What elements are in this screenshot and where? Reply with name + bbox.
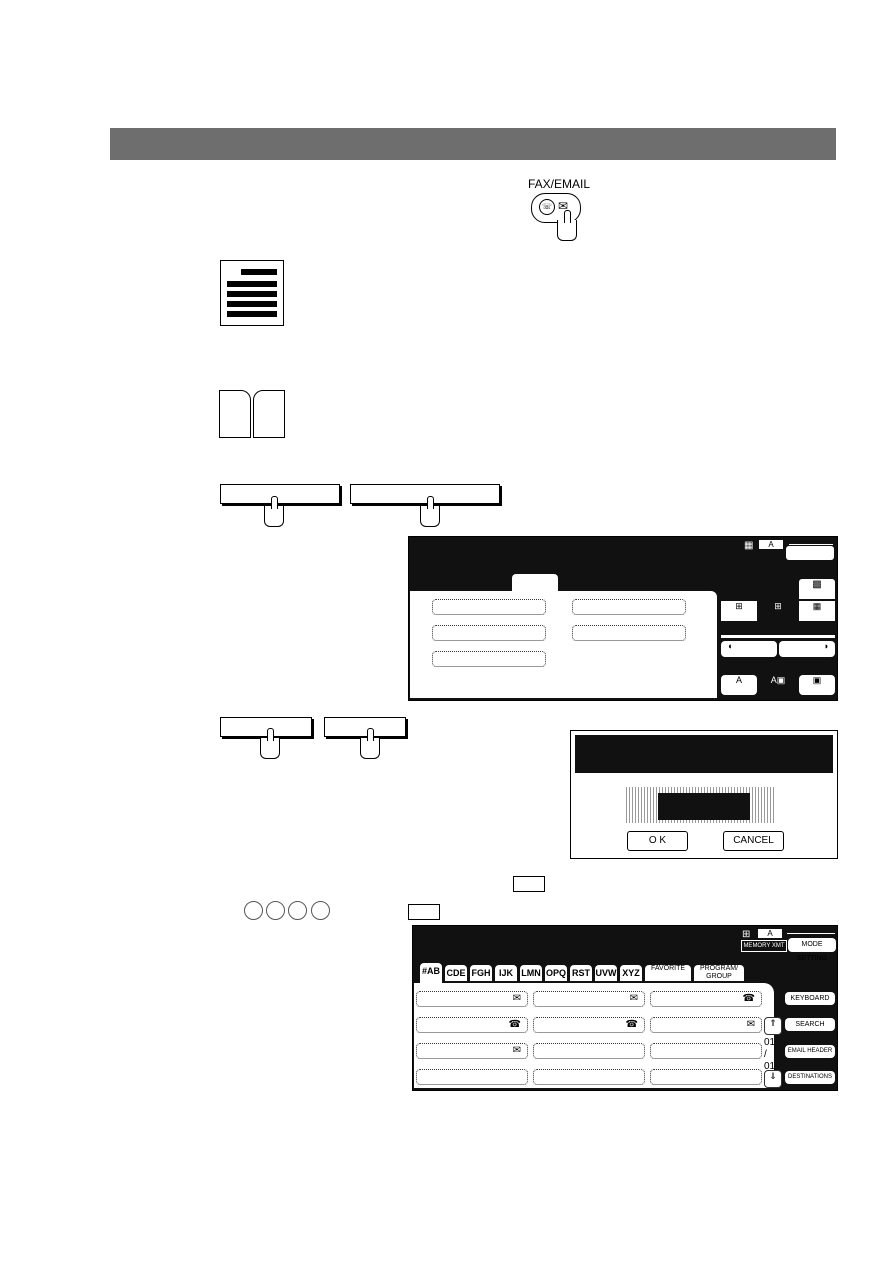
contrast-scale bbox=[721, 635, 835, 638]
panel-button-1[interactable] bbox=[220, 484, 340, 504]
envelope-icon: ✉ bbox=[512, 993, 521, 1004]
digit-key-circle bbox=[266, 901, 285, 920]
option-button[interactable] bbox=[572, 599, 686, 615]
section-header-bar bbox=[110, 128, 836, 160]
inline-key-box bbox=[513, 876, 545, 892]
fax-email-key[interactable]: ☏ ✉ bbox=[531, 193, 581, 223]
confirm-dialog: O K CANCEL bbox=[570, 730, 838, 859]
memory-xmt-indicator: MEMORY XMT bbox=[741, 940, 787, 952]
tab-content bbox=[410, 591, 717, 698]
address-entry[interactable]: ✉ bbox=[416, 991, 528, 1007]
document-icon bbox=[220, 260, 284, 326]
ok-button[interactable]: O K bbox=[627, 831, 688, 851]
telephone-icon: ☎ bbox=[508, 1019, 521, 1030]
scroll-down-icon[interactable]: ⇓ bbox=[764, 1070, 782, 1088]
text-photo-icon[interactable]: A▣ bbox=[760, 675, 796, 695]
cancel-button[interactable]: CANCEL bbox=[723, 831, 784, 851]
page-indicator: 01/01 bbox=[764, 1037, 776, 1072]
envelope-icon: ✉ bbox=[746, 1019, 755, 1030]
fine-grid-icon[interactable]: ⊞ bbox=[760, 601, 796, 621]
superfine-grid-icon[interactable]: ▦ bbox=[799, 601, 835, 621]
address-entry[interactable]: ✉ bbox=[416, 1043, 528, 1059]
contrast-status-icon bbox=[789, 544, 833, 545]
option-button[interactable] bbox=[572, 625, 686, 641]
destinations-button[interactable]: DESTINATIONS bbox=[785, 1071, 835, 1084]
tab-favorite[interactable]: FAVORITE bbox=[645, 965, 691, 981]
tab-cde[interactable]: CDE bbox=[445, 965, 467, 981]
touch-panel-address-book: ⊞ A MEMORY XMT MODE SETTING #AB CDE FGH IJK… bbox=[412, 925, 838, 1091]
tab-xyz[interactable]: XYZ bbox=[620, 965, 642, 981]
address-list: ✉ ✉ ☎ ☎ ☎ ✉ ✉ ⇑ 01/01 ⇓ bbox=[414, 983, 782, 1088]
dialog-input-field[interactable] bbox=[658, 793, 750, 820]
tab-#ab[interactable]: #AB bbox=[420, 963, 442, 983]
resolution-status-icon: ⊞ bbox=[742, 929, 751, 940]
fax-icon: ☏ bbox=[539, 199, 555, 215]
option-button[interactable] bbox=[432, 599, 546, 615]
digit-key-circle bbox=[244, 901, 263, 920]
address-entry[interactable] bbox=[650, 1043, 762, 1059]
panel-button-4[interactable] bbox=[324, 717, 406, 737]
fax-email-label: FAX/EMAIL bbox=[528, 177, 591, 191]
status-button[interactable] bbox=[786, 546, 834, 560]
tab-fgh[interactable]: FGH bbox=[470, 965, 492, 981]
photo-icon[interactable]: ▣ bbox=[799, 675, 835, 695]
address-entry[interactable]: ☎ bbox=[416, 1017, 528, 1033]
auto-resolution-icon[interactable]: ▩ bbox=[799, 579, 835, 599]
tab-lmn[interactable]: LMN bbox=[520, 965, 542, 981]
hand-pointer-icon bbox=[260, 728, 280, 759]
resolution-status-icon: ▦ bbox=[744, 540, 754, 551]
digit-key-circle bbox=[311, 901, 330, 920]
keyboard-button[interactable]: KEYBOARD bbox=[785, 992, 835, 1005]
search-button[interactable]: SEARCH bbox=[785, 1018, 835, 1031]
tab-rst[interactable]: RST bbox=[570, 965, 592, 981]
page-current: 01 bbox=[764, 1037, 776, 1048]
lighter-icon[interactable]: ◖ bbox=[721, 641, 777, 657]
standard-grid-icon[interactable]: ⊞ bbox=[721, 601, 757, 621]
address-entry[interactable]: ✉ bbox=[533, 991, 645, 1007]
hand-pointer-icon bbox=[420, 496, 440, 527]
touch-panel-fax-settings: ▦ A ▩ ⊞ ⊞ ▦ ◖ ◗ A A▣ ▣ bbox=[408, 536, 838, 701]
option-button[interactable] bbox=[432, 625, 546, 641]
email-header-button[interactable]: EMAIL HEADER bbox=[785, 1045, 835, 1058]
tab-uvw[interactable]: UVW bbox=[595, 965, 617, 981]
address-entry[interactable] bbox=[533, 1069, 645, 1085]
address-entry[interactable] bbox=[533, 1043, 645, 1059]
panel-button-2[interactable] bbox=[350, 484, 500, 504]
address-entry[interactable]: ☎ bbox=[533, 1017, 645, 1033]
option-button[interactable] bbox=[432, 651, 546, 667]
panel-button-3[interactable] bbox=[220, 717, 312, 737]
envelope-icon: ✉ bbox=[512, 1045, 521, 1056]
hand-pointer-icon bbox=[557, 210, 577, 241]
telephone-icon: ☎ bbox=[625, 1019, 638, 1030]
dialog-header bbox=[575, 735, 833, 773]
scroll-up-icon[interactable]: ⇑ bbox=[764, 1017, 782, 1035]
telephone-icon: ☎ bbox=[742, 993, 755, 1004]
text-icon[interactable]: A bbox=[721, 675, 757, 695]
hand-pointer-icon bbox=[264, 496, 284, 527]
digit-key-circle bbox=[288, 901, 307, 920]
address-entry[interactable]: ☎ bbox=[650, 991, 762, 1007]
address-entry[interactable] bbox=[416, 1069, 528, 1085]
original-status-icon: A bbox=[759, 540, 783, 549]
envelope-icon: ✉ bbox=[629, 993, 638, 1004]
manual-page: FAX/EMAIL ☏ ✉ ▦ A ▩ ⊞ ⊞ ▦ ◖ ◗ A A▣ ▣ O K… bbox=[0, 0, 893, 1263]
book-icon bbox=[219, 390, 285, 442]
mode-setting-button[interactable]: MODE SETTING bbox=[788, 938, 836, 962]
darker-icon[interactable]: ◗ bbox=[779, 641, 835, 657]
address-entry[interactable]: ✉ bbox=[650, 1017, 762, 1033]
inline-key-box bbox=[408, 904, 440, 920]
hand-pointer-icon bbox=[360, 728, 380, 759]
tab-opq[interactable]: OPQ bbox=[545, 965, 567, 981]
address-entry[interactable] bbox=[650, 1069, 762, 1085]
contrast-status-icon bbox=[787, 933, 835, 934]
original-status-icon: A bbox=[758, 929, 782, 938]
tab-programgroup[interactable]: PROGRAM/ GROUP bbox=[694, 965, 744, 981]
tab-ijk[interactable]: IJK bbox=[495, 965, 517, 981]
